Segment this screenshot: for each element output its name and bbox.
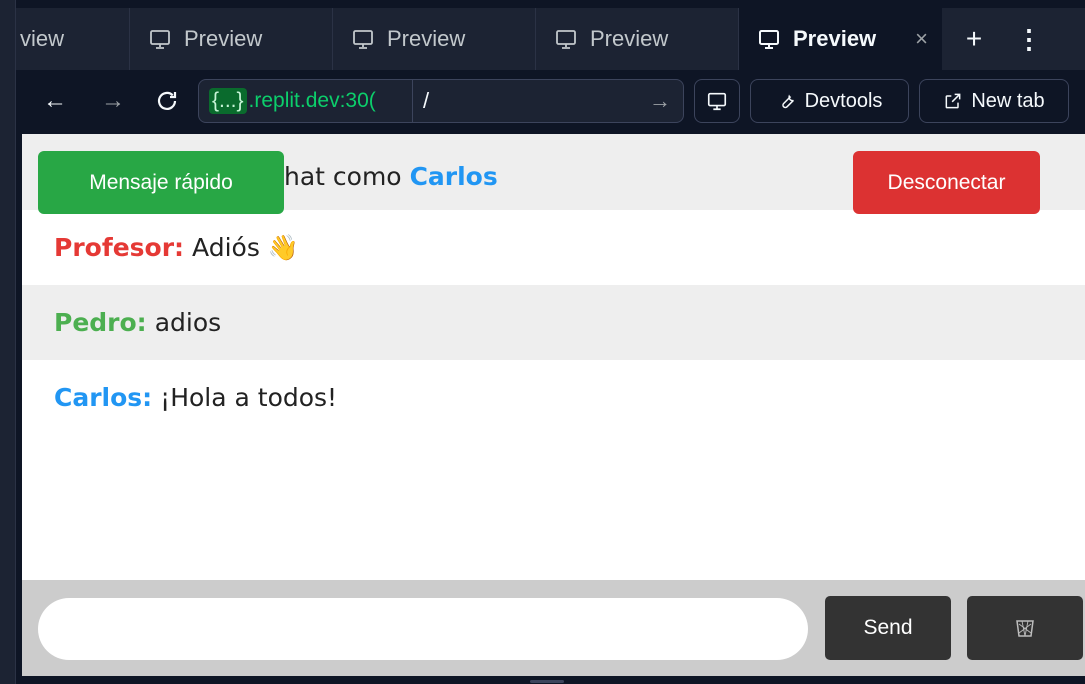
monitor-icon <box>759 30 779 49</box>
new-tab-button[interactable]: New tab <box>919 79 1069 123</box>
monitor-icon <box>353 30 373 49</box>
message-sender: Profesor: <box>54 233 185 262</box>
clear-chat-button[interactable] <box>967 596 1083 660</box>
back-icon[interactable]: ← <box>38 83 72 119</box>
reload-icon[interactable] <box>150 83 184 119</box>
message-text: adios <box>154 308 222 337</box>
message-sender: Pedro: <box>54 308 147 337</box>
tab-label: Preview <box>590 26 669 51</box>
tab-preview[interactable]: Preview <box>333 8 536 70</box>
forward-icon[interactable]: → <box>96 83 130 119</box>
message-text: ¡Hola a todos! <box>160 383 338 412</box>
chat-title: hat como Carlos <box>284 162 498 191</box>
tab-preview[interactable]: Preview <box>130 8 333 70</box>
tab-preview-active[interactable]: Preview × <box>739 8 942 70</box>
chat-message: Pedro: adios <box>22 285 1085 360</box>
chat-title-prefix: hat como <box>284 162 402 191</box>
monitor-icon <box>556 30 576 49</box>
wastebasket-icon <box>1016 620 1034 637</box>
current-username: Carlos <box>409 162 498 191</box>
tab-preview[interactable]: Preview <box>536 8 739 70</box>
url-host-text: .replit.dev:30( <box>248 89 376 112</box>
monitor-icon <box>707 92 727 111</box>
chat-message: Carlos: ¡Hola a todos! <box>22 360 1085 435</box>
tab-preview-partial[interactable]: view <box>16 8 130 70</box>
wrench-icon <box>781 94 794 109</box>
tab-label: Preview <box>184 26 263 51</box>
left-panel-edge <box>0 0 16 684</box>
tab-label: Preview <box>793 26 877 51</box>
url-path: / <box>423 88 430 113</box>
tab-label: view <box>20 26 65 51</box>
url-brace-badge: {...} <box>209 88 247 114</box>
more-options-icon[interactable]: ⋮ <box>1006 8 1052 70</box>
chat-message: Profesor: Adiós 👋 <box>22 210 1085 285</box>
disconnect-button[interactable]: Desconectar <box>853 151 1040 214</box>
go-arrow-icon[interactable]: → <box>649 88 671 114</box>
close-icon[interactable]: × <box>915 26 928 52</box>
tab-label: Preview <box>387 26 466 51</box>
resize-handle[interactable] <box>530 680 564 683</box>
message-text: Adiós 👋 <box>192 232 299 262</box>
new-tab-icon[interactable]: + <box>942 8 1006 70</box>
devtools-button[interactable]: Devtools <box>750 79 909 123</box>
device-preview-button[interactable] <box>694 79 740 123</box>
external-link-icon <box>945 93 961 109</box>
browser-window: view Preview Preview Preview Preview × +… <box>0 0 1085 684</box>
url-bar[interactable]: {...} .replit.dev:30( / → <box>198 79 684 123</box>
message-sender: Carlos: <box>54 383 153 412</box>
url-host: {...} .replit.dev:30( <box>199 80 413 122</box>
quick-message-button[interactable]: Mensaje rápido <box>38 151 284 214</box>
send-button[interactable]: Send <box>825 596 951 660</box>
new-tab-label: New tab <box>971 89 1045 112</box>
composer-bar: Send <box>22 580 1085 676</box>
tab-strip: view Preview Preview Preview Preview × +… <box>16 8 1085 70</box>
monitor-icon <box>150 30 170 49</box>
devtools-label: Devtools <box>804 89 883 112</box>
message-input[interactable] <box>38 598 808 660</box>
navigation-bar: ← → {...} .replit.dev:30( / → Devtools N… <box>16 70 1085 134</box>
app-viewport: hat como Carlos Mensaje rápido Desconect… <box>22 134 1085 676</box>
